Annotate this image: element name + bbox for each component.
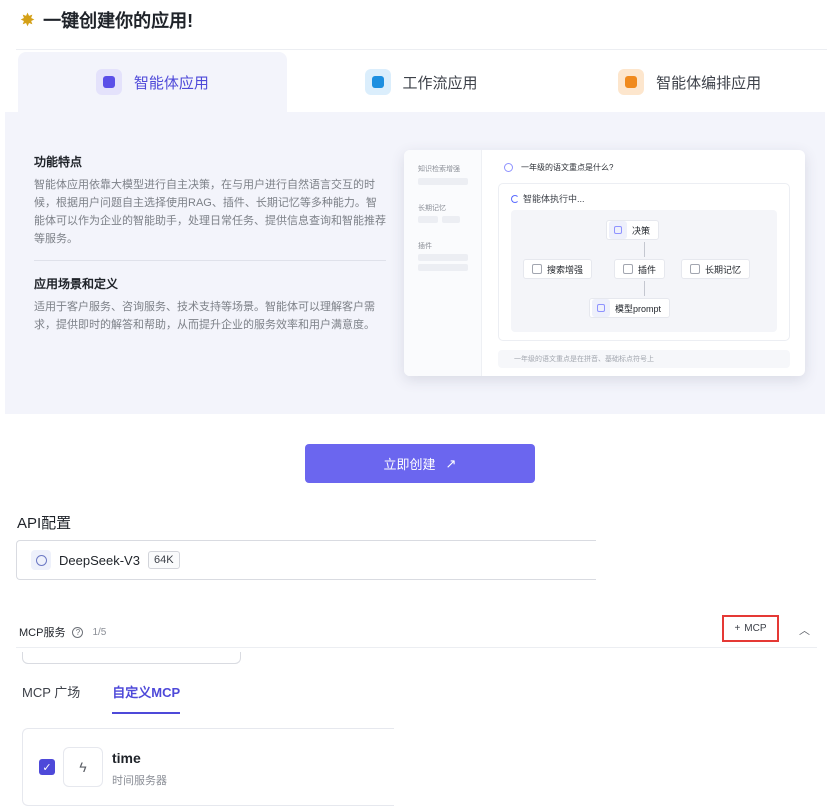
placeholder-bar (418, 254, 468, 261)
running-text: 智能体执行中... (523, 194, 585, 204)
memory-icon (690, 264, 700, 274)
context-size-badge: 64K (147, 551, 180, 569)
feature-text: 智能体应用依靠大模型进行自主决策，在与用户进行自然语言交互的时候，根据用户问题自… (34, 179, 386, 245)
mcp-service-label: MCP服务 (19, 627, 66, 639)
node-label: 模型prompt (615, 303, 662, 314)
divider (34, 260, 386, 261)
agent-app-icon (95, 69, 122, 95)
node-label: 搜索增强 (547, 264, 584, 275)
model-name: DeepSeek-V3 (59, 552, 140, 568)
chevron-up-icon[interactable]: ︿ (799, 622, 810, 638)
tab-label: 智能体应用 (133, 74, 209, 92)
lightning-icon: ϟ (63, 747, 103, 787)
scenario-heading: 应用场景和定义 (34, 277, 119, 291)
decision-icon (609, 221, 627, 239)
create-button-label: 立即创建 (383, 457, 436, 472)
preview-side-label: 知识检索增强 (418, 166, 460, 173)
arrow-up-right-icon: ↗ (445, 455, 457, 471)
help-icon[interactable]: ? (72, 626, 84, 638)
divider (16, 647, 817, 648)
mcp-tabs: MCP 广场 自定义MCP (22, 682, 181, 714)
question-text: 一年级的语文重点是什么? (521, 163, 614, 172)
placeholder-bar (418, 216, 438, 223)
node-memory: 长期记忆 (681, 259, 751, 279)
create-now-button[interactable]: 立即创建 ↗ (305, 444, 535, 483)
mcp-tool-card[interactable]: ✓ ϟ time 时间服务器 (22, 728, 394, 806)
preview-side-label: 长期记忆 (418, 205, 446, 212)
orchestration-app-icon (618, 69, 645, 95)
node-decision: 决策 (606, 220, 660, 240)
preview-execution-box: 智能体执行中... 决策 搜索增强 插件 长期记忆 模型prompt (498, 183, 790, 341)
feature-description: 功能特点 智能体应用依靠大模型进行自主决策，在与用户进行自然语言交互的时候，根据… (34, 153, 386, 334)
tab-label: 智能体编排应用 (656, 74, 762, 92)
tab-workflow-app[interactable]: 工作流应用 (287, 52, 556, 112)
placeholder-bar (418, 178, 468, 185)
node-label: 长期记忆 (705, 264, 742, 275)
tab-agent-app[interactable]: 智能体应用 (18, 52, 287, 112)
connector (644, 281, 645, 296)
node-plugin: 插件 (614, 259, 666, 279)
plugin-icon (623, 264, 633, 274)
tab-orchestration-app[interactable]: 智能体编排应用 (555, 52, 824, 112)
node-label: 插件 (638, 264, 657, 275)
user-avatar-icon (504, 163, 513, 172)
agent-preview-illustration: 知识检索增强 长期记忆 插件 一年级的语文重点是什么? 智能体执行中... 决策… (404, 150, 805, 376)
model-icon (592, 299, 610, 317)
sparkle-icon: ✸ (20, 10, 36, 30)
mcp-service-header: MCP服务 ? 1/5 + MCP ︿ (19, 615, 817, 644)
plus-icon: + (734, 623, 741, 634)
placeholder-bar (418, 264, 468, 271)
page-header: ✸ 一键创建你的应用! (20, 8, 193, 32)
placeholder-bar (442, 216, 460, 223)
feature-heading: 功能特点 (34, 155, 83, 169)
app-type-tabs: 智能体应用 工作流应用 智能体编排应用 (18, 52, 824, 112)
add-mcp-label: MCP (744, 623, 767, 634)
model-selector[interactable]: DeepSeek-V3 64K (16, 540, 596, 580)
deepseek-model-icon (31, 550, 51, 570)
tab-label: 工作流应用 (402, 74, 478, 92)
tool-description: 时间服务器 (112, 775, 167, 787)
scenario-text: 适用于客户服务、咨询服务、技术支持等场景。智能体可以理解客户需求，提供即时的解答… (34, 301, 375, 331)
preview-side-label: 插件 (418, 243, 432, 250)
mcp-search-box[interactable] (22, 652, 241, 664)
connector (644, 242, 645, 257)
tool-name: time (112, 750, 141, 766)
tool-checkbox[interactable]: ✓ (39, 759, 55, 775)
node-search: 搜索增强 (523, 259, 593, 279)
mcp-count: 1/5 (92, 626, 107, 638)
preview-sidebar: 知识检索增强 长期记忆 插件 (404, 150, 482, 376)
workflow-app-icon (364, 69, 391, 95)
search-enhance-icon (532, 264, 542, 274)
tab-mcp-square[interactable]: MCP 广场 (22, 682, 80, 714)
tab-custom-mcp[interactable]: 自定义MCP (112, 682, 181, 714)
preview-question: 一年级的语文重点是什么? (504, 162, 613, 173)
spinner-icon (511, 194, 519, 203)
node-label: 决策 (632, 225, 651, 236)
preview-input: 一年级的语文重点是在拼音、基础标点符号上 (498, 350, 790, 368)
node-model-prompt: 模型prompt (589, 298, 671, 318)
flow-diagram: 决策 搜索增强 插件 长期记忆 模型prompt (511, 210, 777, 332)
page-title: 一键创建你的应用! (43, 11, 194, 31)
divider (16, 49, 827, 50)
running-status: 智能体执行中... (511, 192, 585, 205)
api-config-title: API配置 (17, 515, 72, 532)
add-mcp-button[interactable]: + MCP (722, 615, 779, 642)
